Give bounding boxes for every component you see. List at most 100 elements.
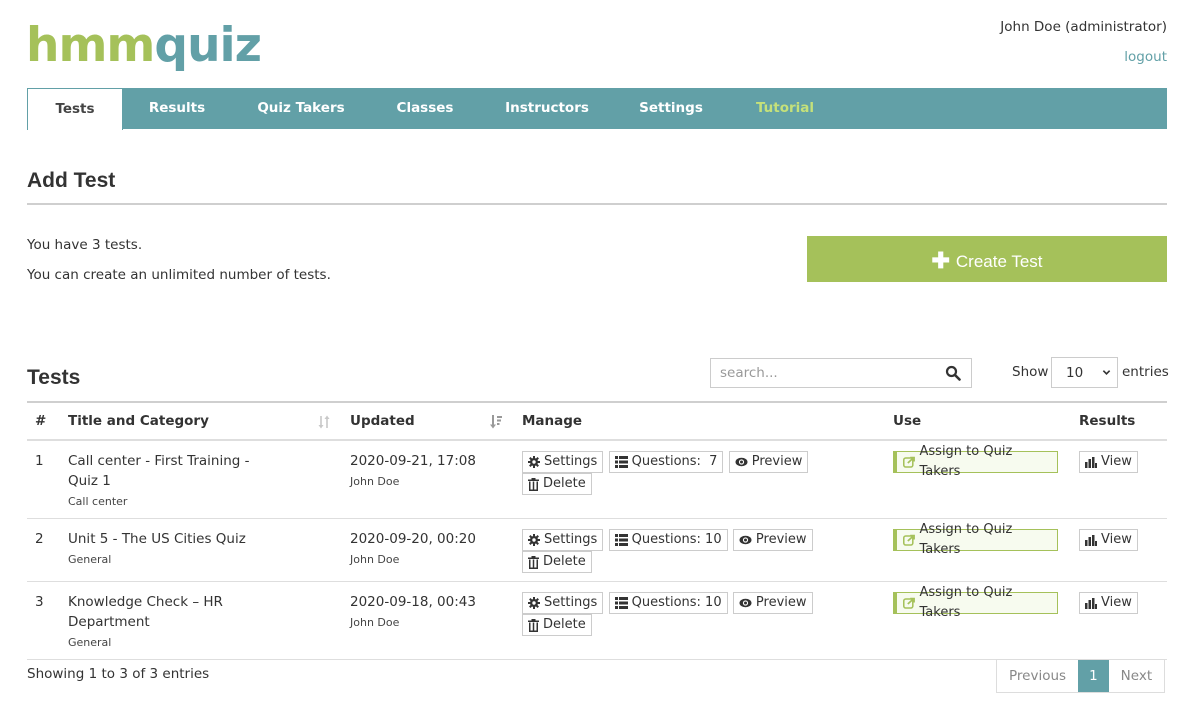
eye-icon [739, 598, 752, 608]
bar-chart-icon [1085, 597, 1097, 609]
create-test-button[interactable]: ✚ Create Test [807, 236, 1167, 282]
settings-button[interactable]: Settings [522, 451, 604, 473]
tab-tutorial[interactable]: Tutorial [727, 88, 843, 129]
results-cell: View [1067, 582, 1167, 660]
delete-label: Delete [543, 617, 586, 632]
assign-button[interactable]: Assign to Quiz Takers [893, 522, 1058, 557]
delete-button[interactable]: Delete [522, 614, 592, 636]
questions-button[interactable]: Questions: 10 [608, 592, 728, 614]
use-cell: Assign to Quiz Takers [881, 440, 1067, 519]
assign-button[interactable]: Assign to Quiz Takers [893, 444, 1058, 479]
preview-button[interactable]: Preview [732, 592, 813, 614]
logo-part-quiz: quiz [154, 18, 262, 73]
view-results-button[interactable]: View [1079, 451, 1138, 473]
delete-button[interactable]: Delete [522, 473, 592, 495]
manage-cell: Settings Questions: 10 Preview Delete [510, 582, 881, 660]
view-results-button[interactable]: View [1079, 592, 1138, 614]
gear-icon [528, 597, 540, 609]
sort-both-icon[interactable] [318, 415, 330, 429]
settings-label: Settings [544, 454, 598, 469]
tab-results[interactable]: Results [123, 88, 231, 129]
updated-by: John Doe [350, 475, 400, 488]
col-title[interactable]: Title and Category [56, 402, 338, 440]
trash-icon [528, 618, 539, 632]
test-category: Call center [68, 495, 128, 508]
col-use: Use [893, 413, 922, 429]
title-cell: Unit 5 - The US Cities Quiz General [56, 519, 338, 582]
show-label: Show [1012, 364, 1049, 380]
share-icon [903, 597, 915, 609]
use-cell: Assign to Quiz Takers [881, 519, 1067, 582]
questions-label: Questions: 10 [631, 532, 722, 547]
logout-link[interactable]: logout [1124, 48, 1167, 66]
tab-instructors[interactable]: Instructors [479, 88, 615, 129]
sort-desc-icon[interactable] [490, 415, 502, 429]
questions-button[interactable]: Questions: 7 [608, 451, 724, 473]
test-category: General [68, 553, 112, 566]
logo[interactable]: hmmquiz [26, 18, 262, 73]
tab-quiz-takers[interactable]: Quiz Takers [231, 88, 371, 129]
search-input[interactable] [711, 359, 931, 387]
view-label: View [1101, 454, 1132, 469]
updated-by: John Doe [350, 553, 400, 566]
preview-label: Preview [755, 595, 807, 610]
settings-label: Settings [544, 532, 598, 547]
questions-button[interactable]: Questions: 10 [608, 529, 728, 551]
updated-date: 2020-09-18, 00:43 [350, 594, 476, 610]
questions-label: Questions: 10 [631, 595, 722, 610]
preview-label: Preview [755, 532, 807, 547]
preview-label: Preview [751, 454, 803, 469]
entries-label: entries [1122, 364, 1169, 380]
results-cell: View [1067, 440, 1167, 519]
plus-icon: ✚ [931, 248, 950, 273]
chevron-down-icon [1102, 370, 1111, 375]
list-icon [614, 534, 628, 546]
test-title[interactable]: Call center - First Training - Quiz 1 [68, 451, 258, 491]
tab-settings[interactable]: Settings [615, 88, 727, 129]
bar-chart-icon [1085, 456, 1097, 468]
test-limit-text: You can create an unlimited number of te… [27, 267, 331, 283]
test-title[interactable]: Knowledge Check – HR Department [68, 592, 258, 632]
col-results: Results [1079, 413, 1136, 429]
view-results-button[interactable]: View [1079, 529, 1138, 551]
list-icon [614, 456, 628, 468]
next-page-button[interactable]: Next [1109, 660, 1164, 692]
preview-button[interactable]: Preview [732, 529, 813, 551]
table-row: 2 Unit 5 - The US Cities Quiz General 202… [27, 519, 1167, 582]
title-cell: Call center - First Training - Quiz 1 Cal… [56, 440, 338, 519]
row-number: 1 [35, 453, 44, 469]
col-title-label: Title and Category [68, 413, 209, 429]
trash-icon [528, 477, 539, 491]
showing-entries-text: Showing 1 to 3 of 3 entries [27, 666, 210, 682]
preview-button[interactable]: Preview [728, 451, 809, 473]
tab-classes[interactable]: Classes [371, 88, 479, 129]
gear-icon [528, 534, 540, 546]
settings-button[interactable]: Settings [522, 592, 604, 614]
logo-part-hmm: hmm [26, 18, 155, 73]
share-icon [903, 534, 915, 546]
previous-page-button[interactable]: Previous [997, 660, 1078, 692]
page-1-button[interactable]: 1 [1078, 660, 1109, 692]
entries-value: 10 [1066, 365, 1084, 381]
table-row: 1 Call center - First Training - Quiz 1C… [27, 440, 1167, 519]
tab-tests[interactable]: Tests [27, 88, 123, 130]
updated-by: John Doe [350, 616, 400, 629]
search-box [710, 358, 972, 388]
tests-table: # Title and Category Updated Manage Use … [27, 401, 1167, 660]
row-number: 3 [35, 594, 44, 610]
delete-label: Delete [543, 476, 586, 491]
delete-button[interactable]: Delete [522, 551, 592, 573]
add-test-heading: Add Test [27, 169, 116, 192]
assign-button[interactable]: Assign to Quiz Takers [893, 585, 1058, 620]
eye-icon [739, 535, 752, 545]
use-cell: Assign to Quiz Takers [881, 582, 1067, 660]
updated-cell: 2020-09-20, 00:20 John Doe [338, 519, 510, 582]
gear-icon [528, 456, 540, 468]
entries-select[interactable]: 10 [1051, 357, 1118, 388]
search-icon[interactable] [945, 365, 961, 381]
col-updated[interactable]: Updated [338, 402, 510, 440]
share-icon [903, 456, 915, 468]
settings-button[interactable]: Settings [522, 529, 604, 551]
test-title[interactable]: Unit 5 - The US Cities Quiz [68, 529, 258, 549]
test-category: General [68, 636, 112, 649]
